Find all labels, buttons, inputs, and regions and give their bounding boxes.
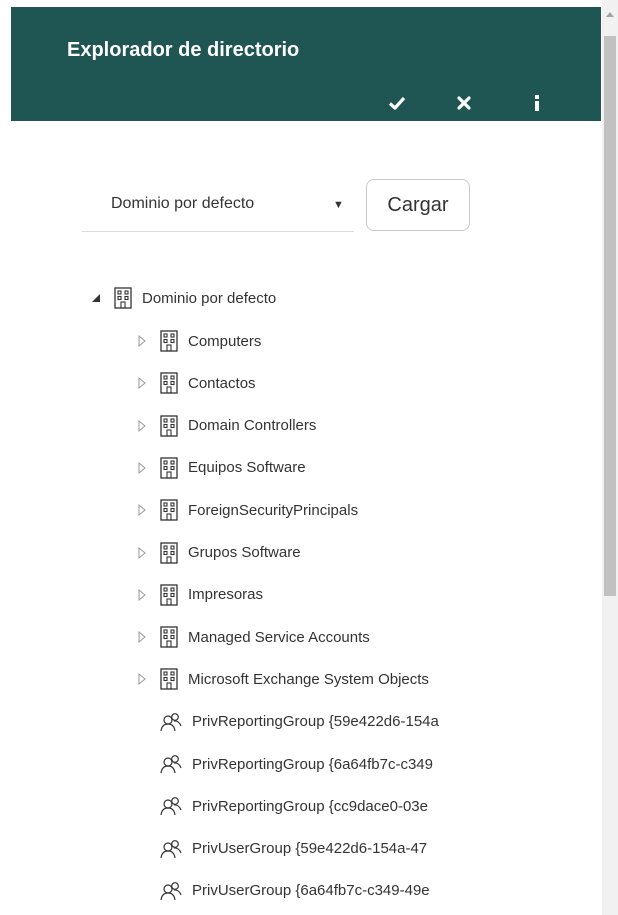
expand-arrow-icon[interactable] [136, 631, 148, 644]
tree-node-label: Contactos [188, 374, 256, 392]
scrollbar-thumb[interactable] [604, 36, 616, 596]
building-icon [160, 584, 178, 606]
expand-arrow-icon[interactable] [136, 419, 148, 432]
tree-node-label: PrivReportingGroup {59e422d6-154a [192, 713, 439, 731]
tree-node-label: Managed Service Accounts [188, 628, 370, 646]
tree-node-child[interactable]: Grupos Software [136, 540, 301, 566]
tree-node-child[interactable]: Domain Controllers [136, 413, 316, 439]
tree-node-child[interactable]: ForeignSecurityPrincipals [136, 497, 358, 523]
building-icon [160, 499, 178, 521]
building-icon [160, 372, 178, 394]
building-icon [160, 330, 178, 352]
tree-node-label: Equipos Software [188, 459, 306, 477]
tree-node-label: Grupos Software [188, 544, 301, 561]
building-icon [160, 457, 178, 479]
building-icon [160, 626, 178, 648]
tree-node-child[interactable]: Computers [136, 328, 261, 354]
group-icon [160, 796, 182, 816]
tree-node-label: PrivUserGroup {59e422d6-154a-47 [192, 840, 428, 858]
expand-arrow-icon[interactable] [136, 546, 148, 559]
scrollbar[interactable] [602, 0, 618, 915]
expand-arrow-icon[interactable] [136, 588, 148, 601]
tree-node-child[interactable]: Contactos [136, 370, 256, 396]
expand-arrow-icon[interactable] [136, 504, 148, 517]
expand-arrow-icon[interactable] [136, 335, 148, 347]
group-icon [160, 839, 182, 859]
building-icon [160, 541, 178, 564]
collapse-arrow-icon[interactable] [90, 292, 102, 304]
tree-node-child[interactable]: Managed Service Accounts [136, 624, 370, 650]
tree-node-label: Domain Controllers [188, 417, 317, 435]
tree-viewport: Dominio por defecto Computers Contactos … [0, 0, 512, 915]
tree-node-label: Dominio por defecto [142, 289, 277, 307]
group-icon [160, 881, 182, 901]
tree-node-child[interactable]: PrivUserGroup {6a64fb7c-c349-49e [136, 878, 430, 904]
tree-node-child[interactable]: Microsoft Exchange System Objects [136, 666, 429, 692]
expand-arrow-icon[interactable] [136, 377, 148, 390]
tree-node-label: Microsoft Exchange System Objects [188, 670, 429, 688]
tree-node-child[interactable]: PrivReportingGroup {cc9dace0-03e [136, 793, 428, 819]
info-icon [535, 95, 539, 111]
building-icon [160, 414, 178, 437]
tree-node-label: PrivReportingGroup {cc9dace0-03e [192, 797, 428, 815]
building-icon [160, 668, 178, 691]
tree-node-child[interactable]: PrivUserGroup {59e422d6-154a-47 [136, 836, 427, 862]
group-icon [160, 754, 182, 774]
tree-node-label: Impresoras [188, 586, 264, 604]
tree-node-child[interactable]: PrivReportingGroup {59e422d6-154a [136, 709, 439, 735]
tree-node-child[interactable]: Impresoras [136, 582, 263, 608]
info-button[interactable] [523, 89, 551, 117]
expand-arrow-icon[interactable] [136, 673, 148, 686]
tree-node-root[interactable]: Dominio por defecto [90, 285, 276, 311]
tree-node-label: ForeignSecurityPrincipals [188, 501, 359, 519]
tree-node-label: Computers [188, 332, 262, 350]
directory-tree: Dominio por defecto Computers Contactos … [0, 0, 512, 915]
building-icon [114, 287, 132, 309]
tree-node-child[interactable]: PrivReportingGroup {6a64fb7c-c349 [136, 751, 433, 777]
group-icon [160, 712, 182, 732]
scroll-up-arrow-icon[interactable] [606, 12, 614, 17]
tree-node-label: PrivReportingGroup {6a64fb7c-c349 [192, 755, 433, 773]
tree-node-child[interactable]: Equipos Software [136, 455, 306, 481]
expand-arrow-icon[interactable] [136, 461, 148, 474]
tree-node-label: PrivUserGroup {6a64fb7c-c349-49e [192, 882, 430, 900]
